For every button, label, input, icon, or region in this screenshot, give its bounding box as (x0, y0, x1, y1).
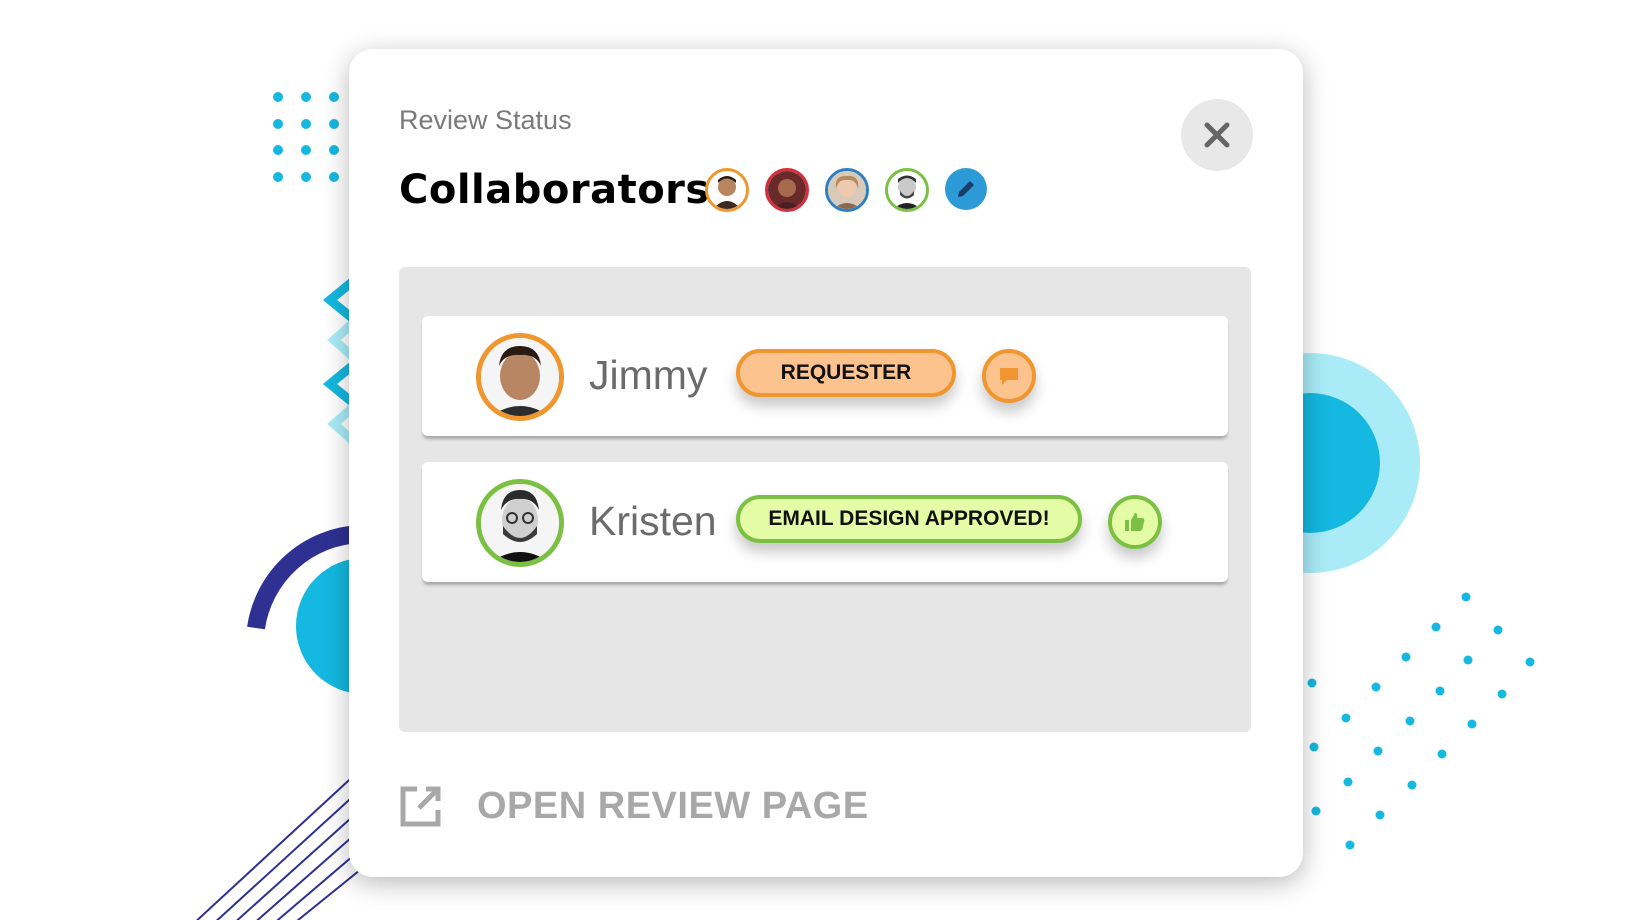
close-icon (1204, 122, 1230, 148)
collaborator-photo (476, 333, 564, 421)
approve-button[interactable] (1108, 495, 1162, 549)
collaborator-row: Kristen EMAIL DESIGN APPROVED! (422, 462, 1228, 596)
collaborator-avatar[interactable] (885, 168, 929, 212)
person-icon (481, 484, 559, 562)
person-icon (713, 176, 741, 209)
collaborator-avatar[interactable] (825, 168, 869, 212)
external-link-icon (400, 786, 441, 827)
card-title: Collaborators (399, 167, 710, 213)
collaborator-row: Jimmy REQUESTER (422, 316, 1228, 450)
edit-collaborators-button[interactable] (945, 168, 987, 210)
collaborator-photo (476, 479, 564, 567)
review-panel: Jimmy REQUESTER Kristen EMAIL DESIGN APP… (399, 267, 1251, 732)
close-button[interactable] (1181, 99, 1253, 171)
comment-icon (1000, 368, 1018, 385)
card-subtitle: Review Status (399, 105, 572, 135)
person-icon (481, 338, 559, 416)
review-status-card: Review Status Collaborators Jimmy REQUES… (349, 49, 1303, 877)
open-review-page-label: OPEN REVIEW PAGE (477, 784, 869, 827)
pencil-icon (958, 181, 974, 197)
status-badge[interactable]: REQUESTER (736, 349, 956, 397)
collaborator-avatars (705, 168, 987, 212)
person-icon (768, 171, 806, 209)
person-icon (828, 171, 866, 209)
thumbs-up-icon (1125, 513, 1145, 531)
open-review-page-link[interactable]: OPEN REVIEW PAGE (399, 784, 869, 828)
status-badge[interactable]: EMAIL DESIGN APPROVED! (736, 495, 1082, 543)
comment-button[interactable] (982, 349, 1036, 403)
person-icon (893, 175, 921, 209)
collaborator-avatar[interactable] (765, 168, 809, 212)
collaborator-name: Jimmy (589, 352, 708, 398)
collaborator-name: Kristen (589, 498, 717, 544)
collaborator-avatar[interactable] (705, 168, 749, 212)
